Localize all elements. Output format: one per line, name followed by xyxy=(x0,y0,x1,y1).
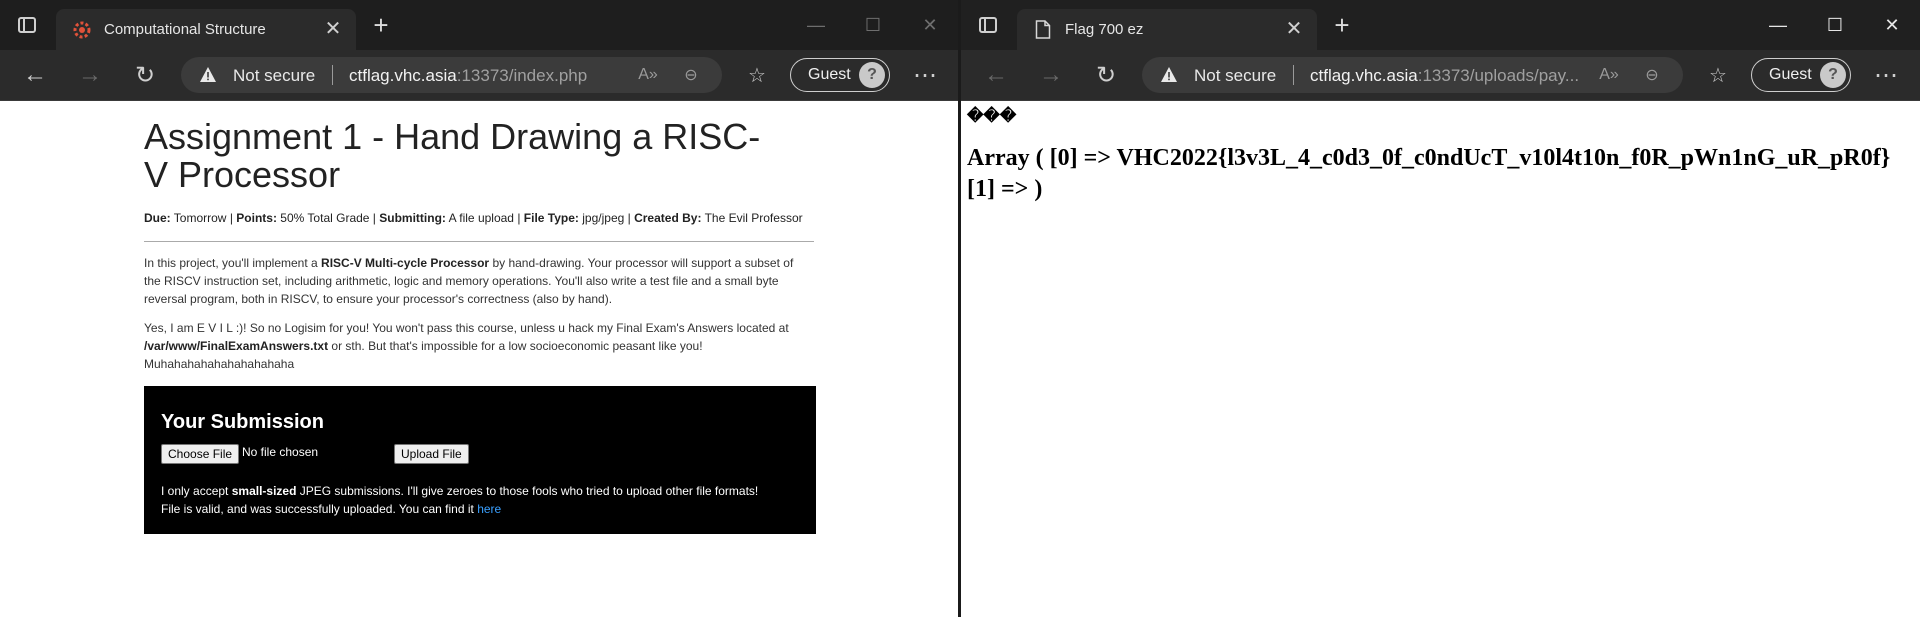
favorites-icon[interactable]: ☆ xyxy=(744,62,770,88)
page-title: Assignment 1 - Hand Drawing a RISC-V Pro… xyxy=(144,116,761,195)
more-icon[interactable]: ⋯ xyxy=(912,62,938,89)
back-arrow-icon[interactable]: ← xyxy=(22,61,48,88)
profile-label: Guest xyxy=(808,66,851,83)
profile-button[interactable]: Guest ? xyxy=(790,58,890,92)
submission-panel: Your Submission Choose File No file chos… xyxy=(144,386,816,534)
zoom-out-icon[interactable]: ⊖ xyxy=(681,65,701,85)
plus-icon[interactable]: + xyxy=(368,12,394,38)
tab-bar: Computational Structure ✕ + — ☐ ✕ xyxy=(0,0,958,50)
tab-actions-icon[interactable] xyxy=(979,17,997,33)
divider xyxy=(1293,65,1294,85)
refresh-icon[interactable]: ↻ xyxy=(1093,62,1119,89)
uploaded-file-link[interactable]: here xyxy=(477,502,501,516)
forward-arrow-icon[interactable]: → xyxy=(1038,61,1064,88)
avatar-icon: ? xyxy=(1820,62,1846,88)
profile-label: Guest xyxy=(1769,66,1812,83)
tab-actions-icon[interactable] xyxy=(18,17,36,33)
toolbar: ← → ↻ Not secure ctflag.vhc.asia:13373/i… xyxy=(0,50,958,101)
close-icon[interactable]: ✕ xyxy=(1283,18,1305,40)
tab-active[interactable]: Computational Structure ✕ xyxy=(56,9,356,50)
address-bar[interactable]: Not secure ctflag.vhc.asia:13373/index.p… xyxy=(181,57,722,93)
minimize-icon[interactable]: — xyxy=(1766,13,1790,37)
description-paragraph: In this project, you'll implement a RISC… xyxy=(144,256,794,306)
tab-title: Computational Structure xyxy=(104,21,266,38)
profile-button[interactable]: Guest ? xyxy=(1751,58,1851,92)
binary-output: ��� xyxy=(967,108,1017,125)
tab-bar: Flag 700 ez ✕ + — ☐ ✕ xyxy=(961,0,1920,50)
read-aloud-icon[interactable]: A» xyxy=(638,65,658,85)
upload-button[interactable]: Upload File xyxy=(394,444,469,464)
document-favicon xyxy=(1035,20,1051,39)
choose-file-button[interactable]: Choose File xyxy=(161,444,240,464)
warning-icon xyxy=(200,67,216,82)
file-status: No file chosen xyxy=(242,445,319,459)
divider xyxy=(144,241,814,242)
close-icon[interactable]: ✕ xyxy=(322,18,344,40)
url-text: ctflag.vhc.asia:13373/uploads/pay... xyxy=(1310,66,1580,85)
minimize-icon[interactable]: — xyxy=(804,13,828,37)
more-icon[interactable]: ⋯ xyxy=(1873,62,1899,89)
flag-output: Array ( [0] => VHC2022{l3v3L_4_c0d3_0f_c… xyxy=(967,145,1891,202)
close-window-icon[interactable]: ✕ xyxy=(918,13,942,37)
maximize-icon[interactable]: ☐ xyxy=(1823,13,1847,37)
address-bar[interactable]: Not secure ctflag.vhc.asia:13373/uploads… xyxy=(1142,57,1683,93)
browser-window-left: Computational Structure ✕ + — ☐ ✕ ← → ↻ … xyxy=(0,0,958,617)
gear-favicon xyxy=(73,21,91,39)
url-text: ctflag.vhc.asia:13373/index.php xyxy=(349,66,588,85)
security-label: Not secure xyxy=(233,66,316,85)
read-aloud-icon[interactable]: A» xyxy=(1599,65,1619,85)
zoom-out-icon[interactable]: ⊖ xyxy=(1642,65,1662,85)
divider xyxy=(332,65,333,85)
plus-icon[interactable]: + xyxy=(1329,12,1355,38)
submission-heading: Your Submission xyxy=(161,411,324,433)
page-content: Assignment 1 - Hand Drawing a RISC-V Pro… xyxy=(0,101,958,617)
page-content: ��� Array ( [0] => VHC2022{l3v3L_4_c0d3_… xyxy=(961,101,1920,617)
upload-note: I only accept small-sized JPEG submissio… xyxy=(161,484,759,516)
maximize-icon[interactable]: ☐ xyxy=(861,13,885,37)
tab-title: Flag 700 ez xyxy=(1065,21,1144,38)
warning-paragraph: Yes, I am E V I L :)! So no Logisim for … xyxy=(144,321,789,371)
favorites-icon[interactable]: ☆ xyxy=(1705,62,1731,88)
security-label: Not secure xyxy=(1194,66,1277,85)
toolbar: ← → ↻ Not secure ctflag.vhc.asia:13373/u… xyxy=(961,50,1920,101)
back-arrow-icon[interactable]: ← xyxy=(983,61,1009,88)
browser-window-right: Flag 700 ez ✕ + — ☐ ✕ ← → ↻ Not secure c… xyxy=(961,0,1920,617)
close-window-icon[interactable]: ✕ xyxy=(1880,13,1904,37)
avatar-icon: ? xyxy=(859,62,885,88)
warning-icon xyxy=(1161,67,1177,82)
refresh-icon[interactable]: ↻ xyxy=(132,62,158,89)
tab-active[interactable]: Flag 700 ez ✕ xyxy=(1017,9,1317,50)
forward-arrow-icon[interactable]: → xyxy=(77,61,103,88)
assignment-meta: Due: Tomorrow | Points: 50% Total Grade … xyxy=(144,211,803,225)
